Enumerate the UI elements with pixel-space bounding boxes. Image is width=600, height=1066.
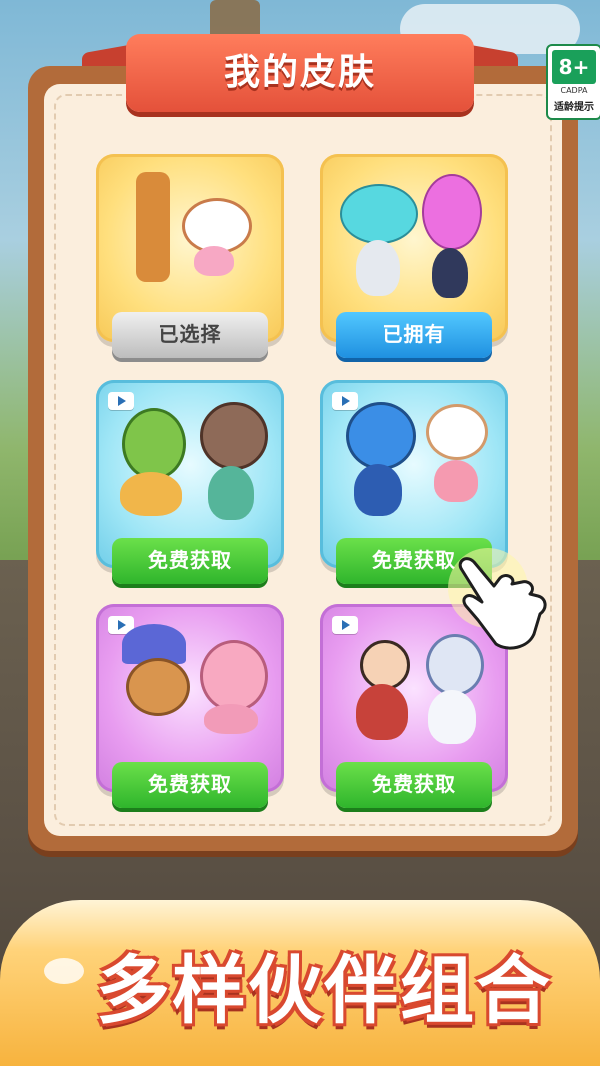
- banner-shine: [44, 958, 84, 984]
- age-rating-badge: 8+ CADPA 适龄提示: [546, 44, 600, 120]
- character-bunny-body: [432, 248, 468, 298]
- video-ad-icon: [332, 616, 358, 634]
- character-bunny-body: [204, 704, 258, 734]
- character-boar-body: [208, 466, 254, 520]
- age-rating-value: 8+: [552, 50, 596, 84]
- video-ad-icon: [108, 392, 134, 410]
- age-rating-note: 适龄提示: [554, 102, 594, 113]
- character-kungfu-body: [356, 684, 408, 740]
- character-angel-dress: [434, 460, 478, 502]
- character-capybara-bunny: [200, 640, 268, 712]
- skin-button-selected[interactable]: 已选择: [112, 312, 268, 358]
- character-capybara-wizard: [126, 658, 190, 716]
- character-kungfu-boy: [360, 640, 410, 690]
- character-mouse-body: [356, 240, 400, 296]
- skin-button-owned[interactable]: 已拥有: [336, 312, 492, 358]
- character-cactus: [122, 408, 186, 480]
- character-teacup-angel: [426, 404, 488, 460]
- character-cactus-armor: [120, 472, 182, 516]
- character-shark-body: [354, 464, 402, 516]
- age-rating-org: CADPA: [560, 86, 588, 95]
- skin-button-free[interactable]: 免费获取: [112, 762, 268, 808]
- promo-slogan: 多样伙伴组合: [96, 948, 552, 1034]
- character-pink-bunny: [422, 174, 482, 250]
- pointing-hand-icon: [448, 548, 547, 650]
- character-wood-stick: [136, 172, 170, 282]
- skin-button-free[interactable]: 免费获取: [336, 762, 492, 808]
- character-fairy-dress: [428, 690, 476, 744]
- character-cyan-mouse: [340, 184, 418, 244]
- character-tutu: [194, 246, 234, 276]
- character-shark: [346, 402, 416, 470]
- title-ribbon: 我的皮肤: [126, 34, 474, 112]
- video-ad-icon: [332, 392, 358, 410]
- character-boar: [200, 402, 268, 470]
- skin-button-free[interactable]: 免费获取: [112, 538, 268, 584]
- page-title: 我的皮肤: [223, 52, 376, 93]
